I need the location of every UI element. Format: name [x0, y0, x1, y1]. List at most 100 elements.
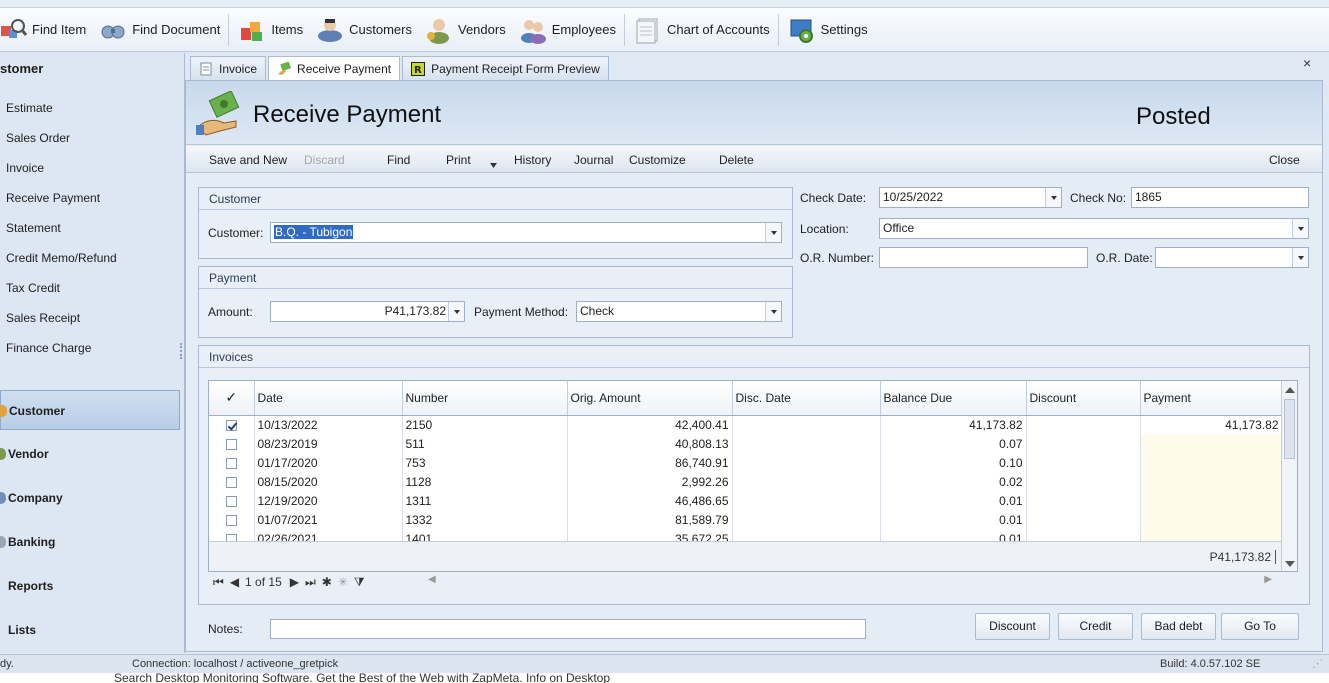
find-button[interactable]: Find	[387, 153, 410, 167]
sidebar-link-sales-receipt[interactable]: Sales Receipt	[0, 303, 180, 333]
chevron-down-icon[interactable]	[1292, 219, 1308, 238]
settings-button[interactable]: Settings	[781, 11, 874, 49]
cell-discount[interactable]	[1026, 491, 1141, 510]
column-header-balance-due[interactable]: Balance Due	[880, 381, 1027, 416]
column-header-discount[interactable]: Discount	[1026, 381, 1141, 416]
items-button[interactable]: Items	[231, 11, 309, 49]
row-select-cell[interactable]	[209, 415, 255, 434]
vendors-button[interactable]: Vendors	[418, 11, 512, 49]
or-date-field[interactable]	[1155, 247, 1309, 268]
chevron-down-icon[interactable]	[1292, 248, 1308, 267]
location-select[interactable]: Office	[879, 218, 1309, 239]
tab-invoice[interactable]: Invoice	[190, 56, 267, 80]
table-row[interactable]: 08/23/2019 511 40,808.13 0.07	[209, 434, 1283, 453]
payment-method-select[interactable]: Check	[576, 301, 782, 322]
row-select-cell[interactable]	[209, 453, 255, 472]
cell-payment[interactable]	[1140, 472, 1283, 491]
previous-record-icon[interactable]: ◀	[230, 575, 239, 589]
cell-discount[interactable]	[1026, 415, 1141, 434]
find-document-button[interactable]: Find Document	[92, 11, 226, 49]
clear-record-icon[interactable]: ✳	[338, 575, 348, 589]
sidebar-section-reports[interactable]: Reports	[0, 566, 180, 610]
table-row[interactable]: 08/15/2020 1128 2,992.26 0.02	[209, 472, 1283, 491]
row-checkbox[interactable]	[225, 438, 237, 450]
check-no-field[interactable]: 1865	[1131, 187, 1309, 208]
print-dropdown-icon[interactable]	[490, 157, 497, 171]
customer-select[interactable]: B.Q. - Tubigon	[270, 222, 782, 243]
cell-payment[interactable]	[1140, 453, 1283, 472]
chevron-down-icon[interactable]	[448, 302, 464, 321]
row-checkbox[interactable]	[225, 495, 237, 507]
employees-button[interactable]: Employees	[512, 11, 622, 49]
vertical-scrollbar[interactable]	[1281, 381, 1297, 571]
tab-receive-payment[interactable]: Receive Payment	[268, 56, 401, 81]
table-row[interactable]: 12/19/2020 1311 46,486.65 0.01	[209, 491, 1283, 510]
cell-discount[interactable]	[1026, 510, 1141, 529]
scroll-right-icon[interactable]: ▶	[1264, 574, 1272, 585]
print-button[interactable]: Print	[446, 153, 471, 167]
sidebar-link-tax-credit[interactable]: Tax Credit	[0, 273, 180, 303]
cell-discount[interactable]	[1026, 472, 1141, 491]
sidebar-section-customer[interactable]: Customer	[0, 390, 180, 430]
sidebar-section-vendor[interactable]: Vendor	[0, 434, 180, 478]
sidebar-section-banking[interactable]: Banking	[0, 522, 180, 566]
chevron-down-icon[interactable]	[1045, 188, 1061, 207]
sidebar-section-lists[interactable]: Lists	[0, 610, 180, 654]
go-to-button[interactable]: Go To	[1221, 613, 1299, 640]
tab-payment-receipt-preview[interactable]: R Payment Receipt Form Preview	[402, 56, 609, 80]
sidebar-link-finance-charge[interactable]: Finance Charge	[0, 333, 180, 363]
table-row[interactable]: 01/17/2020 753 86,740.91 0.10	[209, 453, 1283, 472]
filter-icon[interactable]: ⧩	[354, 575, 365, 590]
sidebar-link-statement[interactable]: Statement	[0, 213, 180, 243]
delete-button[interactable]: Delete	[719, 153, 754, 167]
cell-payment[interactable]	[1140, 491, 1283, 510]
row-select-cell[interactable]	[209, 510, 255, 529]
column-header-disc-date[interactable]: Disc. Date	[732, 381, 881, 416]
resize-grip-icon[interactable]: ⋰	[1312, 657, 1323, 670]
scroll-left-icon[interactable]: ◀	[428, 574, 436, 585]
sidebar-link-sales-order[interactable]: Sales Order	[0, 123, 180, 153]
last-record-icon[interactable]: ⏭	[305, 575, 316, 590]
bad-debt-button[interactable]: Bad debt	[1141, 613, 1216, 640]
sidebar-section-company[interactable]: Company	[0, 478, 180, 522]
history-button[interactable]: History	[514, 153, 551, 167]
row-checkbox[interactable]	[225, 420, 237, 432]
credit-button[interactable]: Credit	[1058, 613, 1133, 640]
save-and-new-button[interactable]: Save and New	[209, 153, 287, 167]
horizontal-scrollbar[interactable]: ◀ ▶	[428, 574, 1278, 589]
table-row[interactable]: 10/13/2022 2150 42,400.41 41,173.82 41,173.8…	[209, 415, 1283, 434]
scroll-up-icon[interactable]	[1285, 387, 1295, 393]
cell-discount[interactable]	[1026, 453, 1141, 472]
sidebar-splitter-grip[interactable]	[180, 343, 183, 359]
close-button[interactable]: Close	[1269, 153, 1300, 167]
column-header-number[interactable]: Number	[402, 381, 568, 416]
scroll-down-icon[interactable]	[1285, 561, 1295, 567]
next-record-icon[interactable]: ▶	[290, 575, 299, 589]
find-item-button[interactable]: Find Item	[0, 11, 92, 49]
sidebar-link-invoice[interactable]: Invoice	[0, 153, 180, 183]
select-all-header[interactable]: ✓	[209, 381, 255, 416]
cell-discount[interactable]	[1026, 434, 1141, 453]
chevron-down-icon[interactable]	[765, 302, 781, 321]
sidebar-link-credit-memo[interactable]: Credit Memo/Refund	[0, 243, 180, 273]
append-record-icon[interactable]: ✱	[322, 575, 332, 589]
cell-payment[interactable]: 41,173.82	[1140, 415, 1283, 434]
table-row[interactable]: 01/07/2021 1332 81,589.79 0.01	[209, 510, 1283, 529]
notes-input[interactable]	[270, 619, 866, 639]
cell-payment[interactable]	[1140, 434, 1283, 453]
row-checkbox[interactable]	[225, 457, 237, 469]
row-select-cell[interactable]	[209, 472, 255, 491]
column-header-payment[interactable]: Payment	[1140, 381, 1283, 416]
customize-button[interactable]: Customize	[629, 153, 686, 167]
chart-of-accounts-button[interactable]: Chart of Accounts	[627, 11, 776, 49]
scroll-thumb[interactable]	[1284, 399, 1295, 459]
discount-button[interactable]: Discount	[975, 613, 1050, 640]
row-checkbox[interactable]	[225, 514, 237, 526]
row-select-cell[interactable]	[209, 491, 255, 510]
row-select-cell[interactable]	[209, 434, 255, 453]
journal-button[interactable]: Journal	[574, 153, 613, 167]
first-record-icon[interactable]: ⏮	[213, 575, 224, 590]
column-header-date[interactable]: Date	[254, 381, 403, 416]
discard-button[interactable]: Discard	[304, 153, 345, 167]
column-header-orig-amount[interactable]: Orig. Amount	[567, 381, 733, 416]
